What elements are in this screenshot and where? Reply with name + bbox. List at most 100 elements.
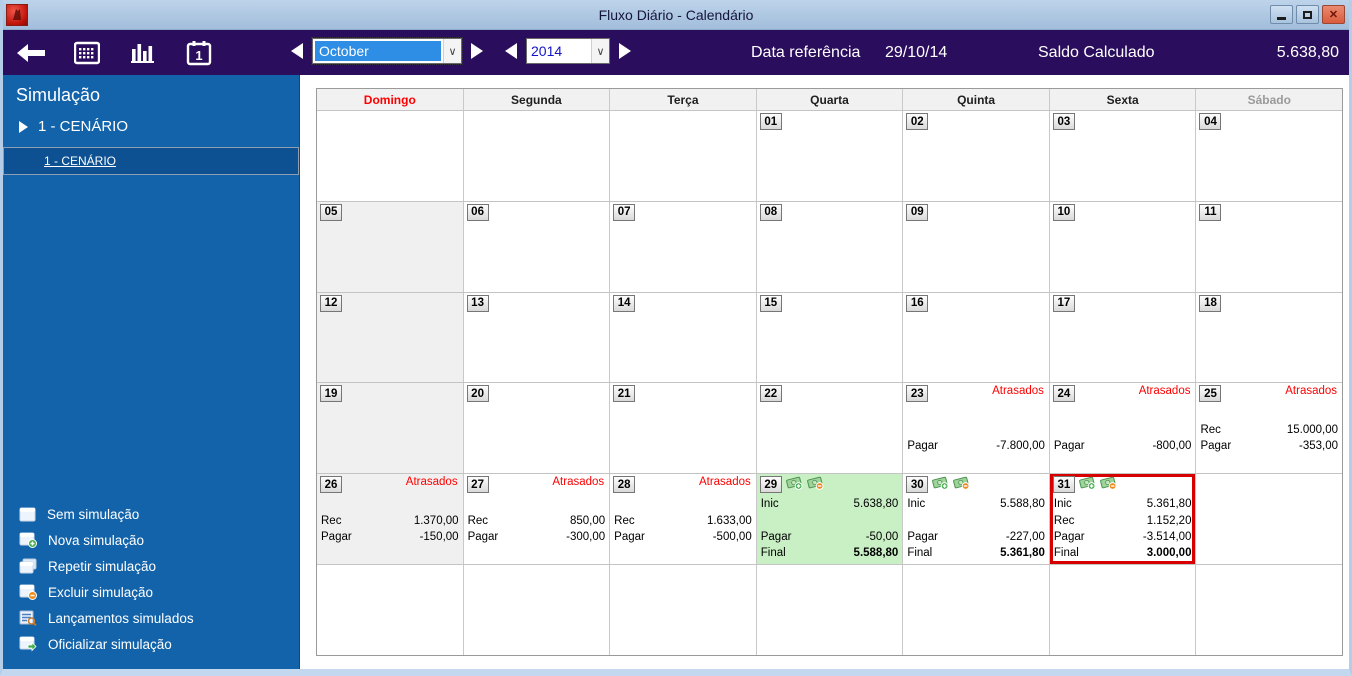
day-cell-28[interactable]: 28 Atrasados Rec 1.633,00 Pagar -500,00: [610, 474, 757, 565]
sidebar: Simulação 1 - CENÁRIO 1 - CENÁRIO Sem si…: [3, 75, 300, 669]
data-referencia-value: 29/10/14: [885, 43, 948, 61]
day-cell-23[interactable]: 23 Atrasados Pagar -7.800,00: [903, 383, 1050, 474]
day-cell-31[interactable]: 31 Inic 5.361,80 Rec 1.152,20 Pagar -3.514,00 F…: [1049, 474, 1197, 565]
final-value: 5.361,80: [1000, 547, 1045, 560]
maximize-button[interactable]: [1296, 5, 1319, 24]
day-number: 17: [1052, 294, 1075, 312]
action-excluir-simulacao[interactable]: Excluir simulação: [3, 579, 299, 605]
pagar-label: Pagar: [321, 530, 352, 543]
day-cell-25[interactable]: 25 Atrasados Rec 15.000,00 Pagar -353,00: [1196, 383, 1343, 474]
day-cell-14[interactable]: 14: [610, 292, 757, 383]
rec-label: Rec: [1200, 423, 1221, 436]
line-final: Final 5.361,80: [907, 545, 1045, 561]
day-cell-12[interactable]: 12: [317, 292, 464, 383]
day-number: 02: [906, 113, 929, 130]
tree-child-cenario-selected[interactable]: 1 - CENÁRIO: [3, 147, 299, 175]
day-cell-21[interactable]: 21: [610, 383, 757, 474]
month-select[interactable]: October ∨: [311, 37, 463, 65]
atrasados-label: Atrasados: [1285, 385, 1338, 398]
day-cell-30[interactable]: 30 Inic 5.588,80 Pagar -227,00 Final 5.361,80: [903, 474, 1050, 565]
atrasados-label: Atrasados: [1138, 385, 1191, 398]
action-sem-simulacao[interactable]: Sem simulação: [3, 502, 299, 527]
day-cell-17[interactable]: 17: [1049, 292, 1197, 383]
windows-copy-icon: [19, 558, 37, 574]
day-cell-13[interactable]: 13: [463, 292, 611, 383]
calendar-day-icon: 1: [186, 40, 212, 65]
day-cell-01[interactable]: 01: [756, 111, 904, 201]
day-cell-26[interactable]: 26 Atrasados Rec 1.370,00 Pagar -150,00: [317, 474, 464, 565]
action-repetir-simulacao[interactable]: Repetir simulação: [3, 553, 299, 579]
action-lancamentos-simulados[interactable]: Lançamentos simulados: [3, 605, 299, 631]
main-area: Domingo Segunda Terça Quarta Quinta Sext…: [300, 75, 1349, 669]
year-select[interactable]: 2014 ∨: [526, 38, 610, 64]
calendar-grid: 01 02 03 04 05 06 07 08 09 10 11 12 13 14 15 16 17 18 19 20…: [317, 111, 1343, 655]
next-year-button[interactable]: [619, 43, 631, 59]
day-cell-20[interactable]: 20: [463, 383, 611, 474]
day-cell-29[interactable]: 29 Inic 5.638,80 Pagar -50,00 Final 5.588,80: [756, 474, 904, 565]
inic-value: 5.361,80: [1146, 498, 1192, 511]
day-cell-07[interactable]: 07: [610, 201, 757, 292]
minimize-button[interactable]: [1270, 5, 1293, 24]
final-label: Final: [1053, 547, 1079, 560]
day-number: 01: [759, 113, 782, 130]
day-cell-22[interactable]: 22: [756, 383, 904, 474]
pagar-value: -150,00: [419, 530, 459, 543]
line-inic: Inic 5.588,80: [907, 496, 1045, 512]
rec-value: 1.152,20: [1146, 514, 1192, 527]
line-pagar: Pagar -7.800,00: [907, 438, 1045, 454]
month-view-button[interactable]: [71, 37, 103, 69]
pagar-label: Pagar: [1053, 439, 1085, 452]
chevron-down-icon: ∨: [443, 39, 461, 63]
chart-view-button[interactable]: [127, 37, 159, 69]
inic-value: 5.588,80: [1000, 498, 1045, 511]
day-number: 30: [906, 476, 929, 494]
close-button[interactable]: ✕: [1322, 5, 1345, 24]
day-cell-04[interactable]: 04: [1196, 111, 1343, 201]
day-cell-09[interactable]: 09: [903, 201, 1050, 292]
day-number: 10: [1052, 203, 1075, 221]
pagar-value: -227,00: [1005, 530, 1045, 543]
back-button[interactable]: [15, 37, 47, 69]
day-cell-11[interactable]: 11: [1196, 201, 1343, 292]
action-oficializar-simulacao[interactable]: Oficializar simulação: [3, 631, 299, 657]
weekday-quinta: Quinta: [903, 89, 1050, 110]
empty-cell: [1049, 565, 1197, 655]
prev-month-button[interactable]: [291, 43, 303, 59]
day-view-button[interactable]: 1: [183, 37, 215, 69]
day-cell-06[interactable]: 06: [463, 201, 611, 292]
money-plus-icon: [932, 476, 949, 495]
day-cell-18[interactable]: 18: [1196, 292, 1343, 383]
year-value: 2014: [531, 43, 563, 59]
day-cell-19[interactable]: 19: [317, 383, 464, 474]
tree-child-label: 1 - CENÁRIO: [44, 154, 117, 168]
tree-item-cenario[interactable]: 1 - CENÁRIO: [3, 112, 299, 141]
day-cell-05[interactable]: 05: [317, 201, 464, 292]
day-cell-24[interactable]: 24 Atrasados Pagar -800,00: [1049, 383, 1197, 474]
day-cell-03[interactable]: 03: [1049, 111, 1197, 201]
calendar-week-row: 19 20 21 22 23 Atrasados Pagar -7.800,00 24 Atras…: [317, 383, 1343, 475]
day-number: 07: [613, 203, 636, 221]
final-value: 3.000,00: [1146, 547, 1192, 560]
saldo-calculado-value: 5.638,80: [1276, 43, 1339, 61]
day-number: 15: [759, 294, 782, 312]
calendar-grid-icon: [74, 41, 100, 64]
empty-cell: [317, 111, 464, 201]
line-pagar: Pagar -3.514,00: [1054, 529, 1192, 545]
day-cell-08[interactable]: 08: [756, 201, 904, 292]
day-cell-27[interactable]: 27 Atrasados Rec 850,00 Pagar -300,00: [463, 474, 611, 565]
rec-value: 1.633,00: [706, 514, 752, 527]
money-plus-icon: [1078, 476, 1096, 495]
action-nova-simulacao[interactable]: Nova simulação: [3, 527, 299, 553]
tree-item-label: 1 - CENÁRIO: [38, 118, 129, 135]
prev-year-button[interactable]: [505, 43, 517, 59]
day-number: 23: [906, 385, 929, 403]
day-cell-16[interactable]: 16: [903, 292, 1050, 383]
money-minus-icon: [806, 476, 824, 495]
saldo-calculado-label: Saldo Calculado: [1038, 43, 1155, 61]
day-cell-15[interactable]: 15: [756, 292, 904, 383]
next-month-button[interactable]: [471, 43, 483, 59]
simulation-actions: Sem simulação Nova simulação Repetir sim…: [3, 502, 299, 657]
day-cell-10[interactable]: 10: [1049, 201, 1197, 292]
day-number: 25: [1199, 385, 1222, 403]
day-cell-02[interactable]: 02: [903, 111, 1050, 201]
